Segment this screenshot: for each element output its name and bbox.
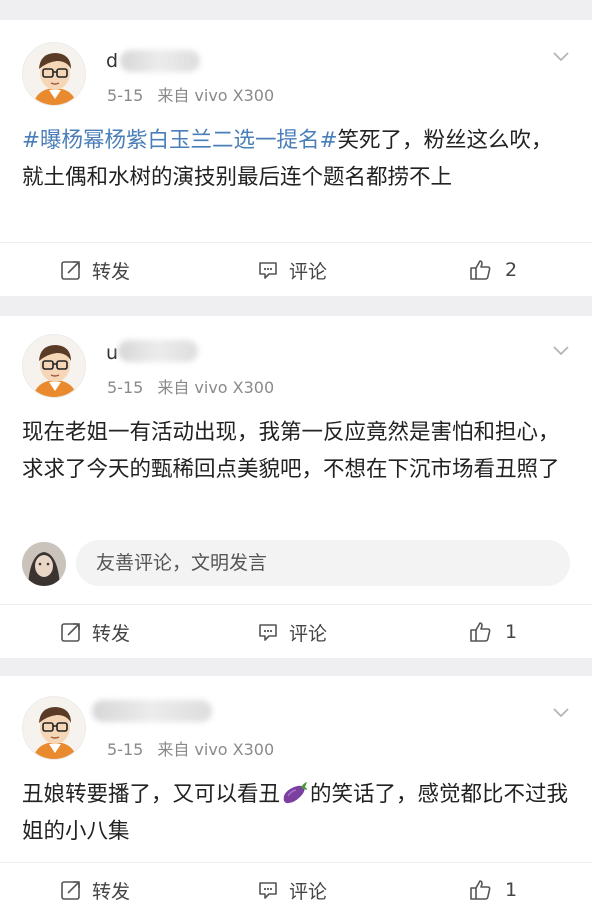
thumbs-up-icon: [470, 622, 491, 642]
eggplant-emoji: [283, 782, 308, 804]
action-bar: 转发 评论 2: [0, 242, 592, 296]
repost-label: 转发: [92, 880, 131, 903]
username[interactable]: d: [106, 50, 119, 72]
like-button[interactable]: 1: [469, 863, 517, 917]
repost-icon: [61, 623, 80, 642]
post-date: 5-15: [107, 740, 144, 759]
repost-button[interactable]: 转发: [60, 605, 130, 659]
thumbs-up-icon: [470, 260, 491, 280]
like-count: 1: [505, 621, 518, 643]
repost-button[interactable]: 转发: [60, 243, 130, 297]
comment-label: 评论: [289, 880, 328, 903]
post-date: 5-15: [107, 86, 144, 105]
comment-label: 评论: [289, 260, 328, 283]
chevron-down-icon[interactable]: [552, 50, 570, 62]
avatar[interactable]: [22, 696, 86, 760]
username-redaction: [118, 340, 198, 362]
thumbs-up-icon: [470, 880, 491, 900]
post-card[interactable]: 5-15 来自 vivo X300 丑娘转要播了，又可以看丑 的笑话了，感觉都比不…: [0, 676, 592, 920]
avatar[interactable]: [22, 334, 86, 398]
post-content: 现在老姐一有活动出现，我第一反应竟然是害怕和担心，求求了今天的甄稀回点美貌吧，不…: [22, 420, 560, 482]
chevron-down-icon[interactable]: [552, 706, 570, 718]
avatar[interactable]: [22, 42, 86, 106]
comment-icon: [259, 882, 277, 899]
post-source: 来自 vivo X300: [157, 86, 275, 105]
like-count: 2: [505, 259, 518, 281]
post-content: 丑娘转要播了，又可以看丑 的笑话了，感觉都比不过我姐的小八集: [22, 776, 572, 850]
username[interactable]: u: [106, 342, 119, 364]
chevron-down-icon[interactable]: [552, 344, 570, 356]
repost-icon: [61, 881, 80, 900]
comment-icon: [259, 624, 277, 641]
post-text-part1: 丑娘转要播了，又可以看丑: [22, 782, 281, 807]
like-count: 1: [505, 879, 518, 901]
username-redaction: [120, 50, 200, 72]
quick-comment-bar: 友善评论，文明发言: [22, 540, 570, 588]
repost-button[interactable]: 转发: [60, 863, 130, 917]
post-meta: 5-15 来自 vivo X300: [107, 374, 274, 398]
post-meta: 5-15 来自 vivo X300: [107, 82, 274, 106]
repost-label: 转发: [92, 622, 131, 645]
comment-button[interactable]: 评论: [257, 243, 327, 297]
comment-label: 评论: [289, 622, 328, 645]
weibo-comment-feed: d 5-15 来自 vivo X300 #曝杨幂杨紫白玉兰二选一提名#笑死了，粉丝…: [0, 0, 592, 920]
post-source: 来自 vivo X300: [157, 378, 275, 397]
comment-button[interactable]: 评论: [257, 863, 327, 917]
action-bar: 转发 评论 1: [0, 862, 592, 916]
post-source: 来自 vivo X300: [157, 740, 275, 759]
post-content: #曝杨幂杨紫白玉兰二选一提名#笑死了，粉丝这么吹，就土偶和水树的演技别最后连个题…: [22, 122, 572, 196]
repost-label: 转发: [92, 260, 131, 283]
post-meta: 5-15 来自 vivo X300: [107, 736, 274, 760]
topic-link[interactable]: #曝杨幂杨紫白玉兰二选一提名#: [22, 128, 338, 153]
comment-button[interactable]: 评论: [257, 605, 327, 659]
current-user-avatar: [22, 542, 66, 586]
post-card[interactable]: u 5-15 来自 vivo X300 现在老姐一有活动出现，我第一反应竟然是害怕…: [0, 316, 592, 658]
post-date: 5-15: [107, 378, 144, 397]
action-bar: 转发 评论 1: [0, 604, 592, 658]
comment-icon: [259, 262, 277, 279]
username-redaction: [92, 700, 212, 722]
like-button[interactable]: 2: [469, 243, 517, 297]
like-button[interactable]: 1: [469, 605, 517, 659]
comment-input[interactable]: 友善评论，文明发言: [76, 540, 570, 586]
post-card[interactable]: d 5-15 来自 vivo X300 #曝杨幂杨紫白玉兰二选一提名#笑死了，粉丝…: [0, 20, 592, 296]
repost-icon: [61, 261, 80, 280]
